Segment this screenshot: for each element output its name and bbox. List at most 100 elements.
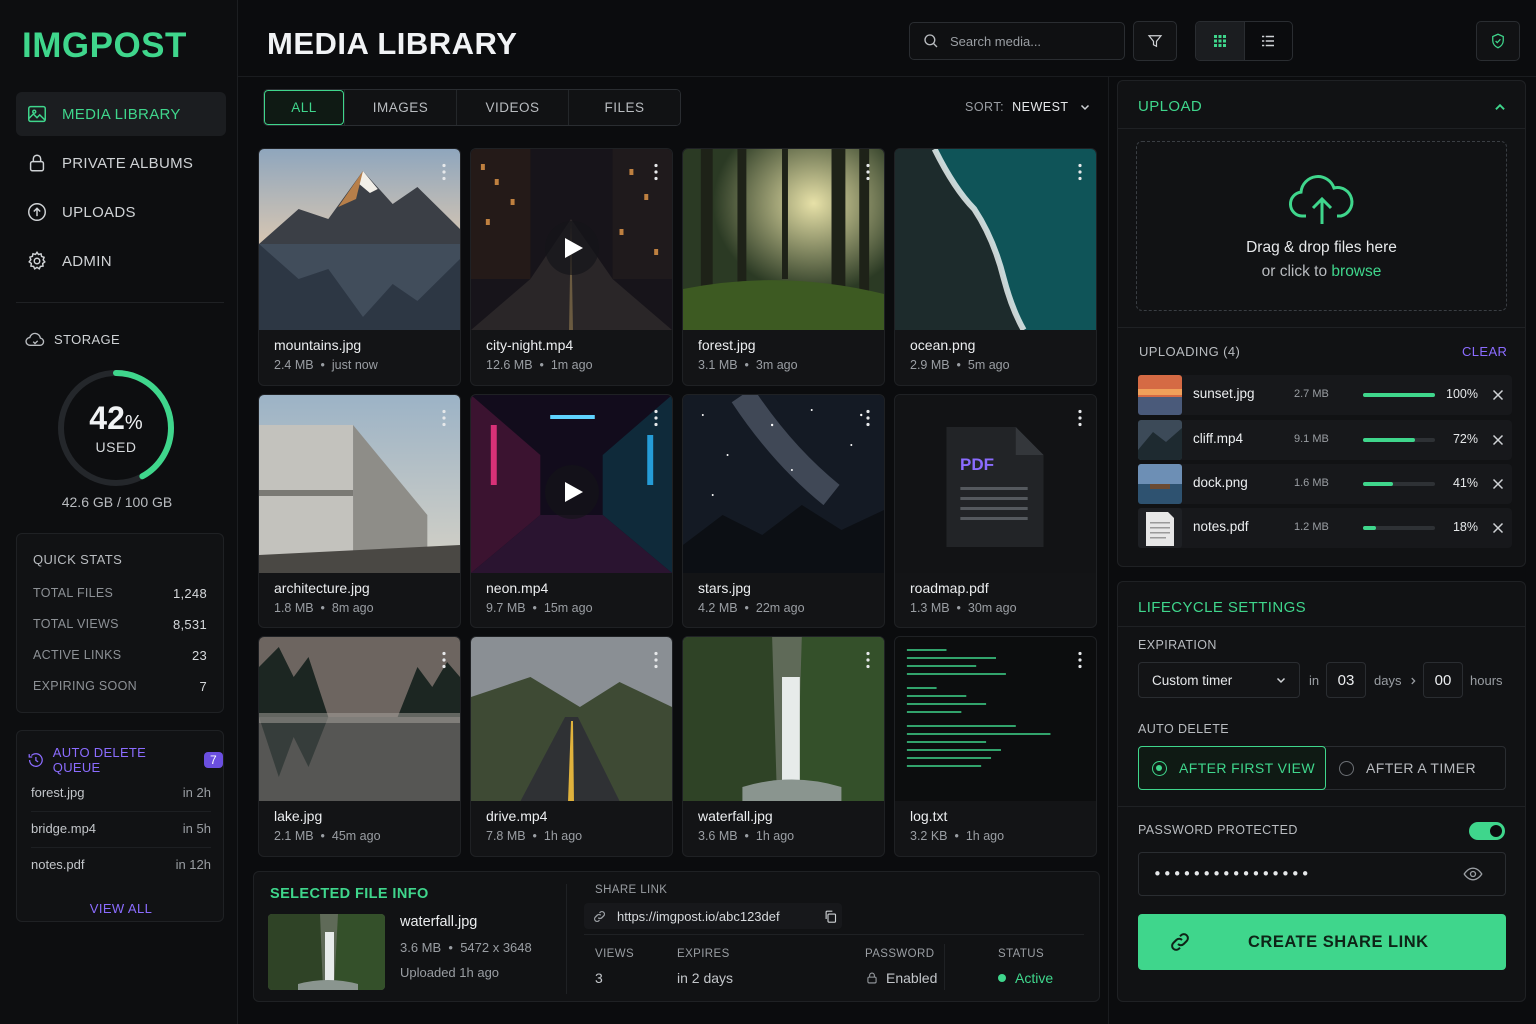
more-options-icon[interactable] [866,651,870,669]
password-input[interactable] [1153,865,1463,883]
view-all-link[interactable]: VIEW ALL [17,901,225,916]
thumbnail [259,395,460,573]
media-tile-city-night[interactable]: city-night.mp4 12.6 MB • 1m ago [470,148,673,386]
password-field[interactable] [1138,852,1506,896]
stat-row: EXPIRING SOON 7 [33,679,207,694]
more-options-icon[interactable] [442,651,446,669]
sidebar-item-label: UPLOADS [62,203,136,221]
sidebar-item-private-albums[interactable]: PRIVATE ALBUMS [16,141,226,185]
divider [566,884,567,994]
more-options-icon[interactable] [654,409,658,427]
close-icon[interactable] [1492,434,1504,446]
more-options-icon[interactable] [866,409,870,427]
more-options-icon[interactable] [654,651,658,669]
clear-button[interactable]: CLEAR [1462,344,1507,359]
more-options-icon[interactable] [654,163,658,181]
media-tile-ocean[interactable]: ocean.png 2.9 MB • 5m ago [894,148,1097,386]
close-icon[interactable] [1492,389,1504,401]
filter-icon [1147,35,1163,48]
queue-item[interactable]: bridge.mp4 in 5h [31,821,211,848]
storage-heading: STORAGE [24,330,120,348]
media-tile-log[interactable]: log.txt 3.2 KB • 1h ago [894,636,1097,857]
chevron-down-icon [1276,677,1286,684]
media-tile-waterfall[interactable]: waterfall.jpg 3.6 MB • 1h ago [682,636,885,857]
divider [584,934,1084,935]
close-icon[interactable] [1492,478,1504,490]
media-tile-drive[interactable]: drive.mp4 7.8 MB • 1h ago [470,636,673,857]
days-input[interactable]: 03 [1326,662,1366,698]
close-icon[interactable] [1492,522,1504,534]
queue-item[interactable]: forest.jpg in 2h [31,785,211,812]
expiration-select[interactable]: Custom timer [1138,662,1300,698]
more-options-icon[interactable] [866,163,870,181]
tab-all[interactable]: ALL [264,90,344,125]
more-options-icon[interactable] [442,163,446,181]
password-protected-label: PASSWORD PROTECTED [1138,823,1298,837]
media-tile-stars[interactable]: stars.jpg 4.2 MB • 22m ago [682,394,885,628]
upload-item: notes.pdf 1.2 MB 18% [1138,508,1512,548]
file-name: waterfall.jpg [698,808,773,824]
sort-dropdown[interactable]: SORT: NEWEST [965,100,1091,114]
more-options-icon[interactable] [1078,409,1082,427]
sidebar-item-media-library[interactable]: MEDIA LIBRARY [16,92,226,136]
file-meta: 3.2 KB • 1h ago [910,829,1005,843]
drop-zone[interactable]: Drag & drop files here or click to brows… [1136,141,1507,311]
file-meta: 2.4 MB • just now [274,358,378,372]
security-button[interactable] [1476,21,1520,61]
quick-stats-title: QUICK STATS [33,552,123,567]
selected-file-name: waterfall.jpg [400,914,478,930]
eye-icon[interactable] [1463,866,1483,882]
tab-videos[interactable]: VIDEOS [456,90,568,125]
upload-title: UPLOAD [1138,98,1203,115]
play-button[interactable] [544,221,599,275]
file-name: roadmap.pdf [910,580,989,596]
chevron-down-icon [1080,104,1089,111]
more-options-icon[interactable] [1078,163,1082,181]
thumbnail [895,637,1096,801]
share-link-field[interactable]: https://imgpost.io/abc123def [584,903,842,929]
shield-check-icon [1492,33,1504,49]
chevron-up-icon[interactable] [1493,100,1507,114]
queue-count-badge: 7 [204,752,223,768]
password-toggle[interactable] [1469,822,1505,840]
app-logo[interactable]: IMGPOST [22,26,187,66]
media-tile-neon[interactable]: neon.mp4 9.7 MB • 15m ago [470,394,673,628]
play-button[interactable] [544,465,599,519]
thumbnail [259,149,460,330]
media-tile-forest[interactable]: forest.jpg 3.1 MB • 3m ago [682,148,885,386]
media-tile-roadmap[interactable]: PDF roadmap.pdf 1.3 MB • 30m ago [894,394,1097,628]
lifecycle-settings-panel: LIFECYCLE SETTINGS EXPIRATION Custom tim… [1117,581,1526,1002]
file-name: mountains.jpg [274,337,362,353]
queue-item[interactable]: notes.pdf in 12h [31,857,211,883]
after-first-view-radio[interactable]: AFTER FIRST VIEW [1138,746,1326,790]
search-input[interactable] [950,33,1110,49]
password-value: Enabled [865,970,937,986]
gear-icon [28,250,46,270]
cloud-icon [25,332,45,346]
more-options-icon[interactable] [1078,651,1082,669]
tab-files[interactable]: FILES [568,90,680,125]
sidebar-item-uploads[interactable]: UPLOADS [16,190,226,234]
media-tile-lake[interactable]: lake.jpg 2.1 MB • 45m ago [258,636,461,857]
after-timer-radio[interactable]: AFTER A TIMER [1325,747,1476,789]
selected-file-title: SELECTED FILE INFO [270,886,429,902]
create-share-link-button[interactable]: CREATE SHARE LINK [1138,914,1506,970]
media-tile-mountains[interactable]: mountains.jpg 2.4 MB • just now [258,148,461,386]
browse-link[interactable]: browse [1331,263,1381,280]
list-view-button[interactable] [1243,22,1293,60]
tab-images[interactable]: IMAGES [344,90,456,125]
sidebar-item-admin[interactable]: ADMIN [16,239,226,283]
file-meta: 3.1 MB • 3m ago [698,358,798,372]
grid-view-button[interactable] [1196,22,1244,60]
filter-button[interactable] [1133,21,1177,61]
file-name: lake.jpg [274,808,323,824]
media-tile-architecture[interactable]: architecture.jpg 1.8 MB • 8m ago [258,394,461,628]
copy-icon[interactable] [823,909,838,924]
auto-delete-queue-title: AUTO DELETE QUEUE 7 [27,745,223,775]
more-options-icon[interactable] [442,409,446,427]
search-box[interactable] [909,22,1125,60]
hours-input[interactable]: 00 [1423,662,1463,698]
quick-stats-card: QUICK STATS TOTAL FILES 1,248 TOTAL VIEWS… [16,533,224,713]
sidebar-nav: MEDIA LIBRARY PRIVATE ALBUMS UPLOADS ADM… [16,92,226,288]
file-name: forest.jpg [698,337,756,353]
